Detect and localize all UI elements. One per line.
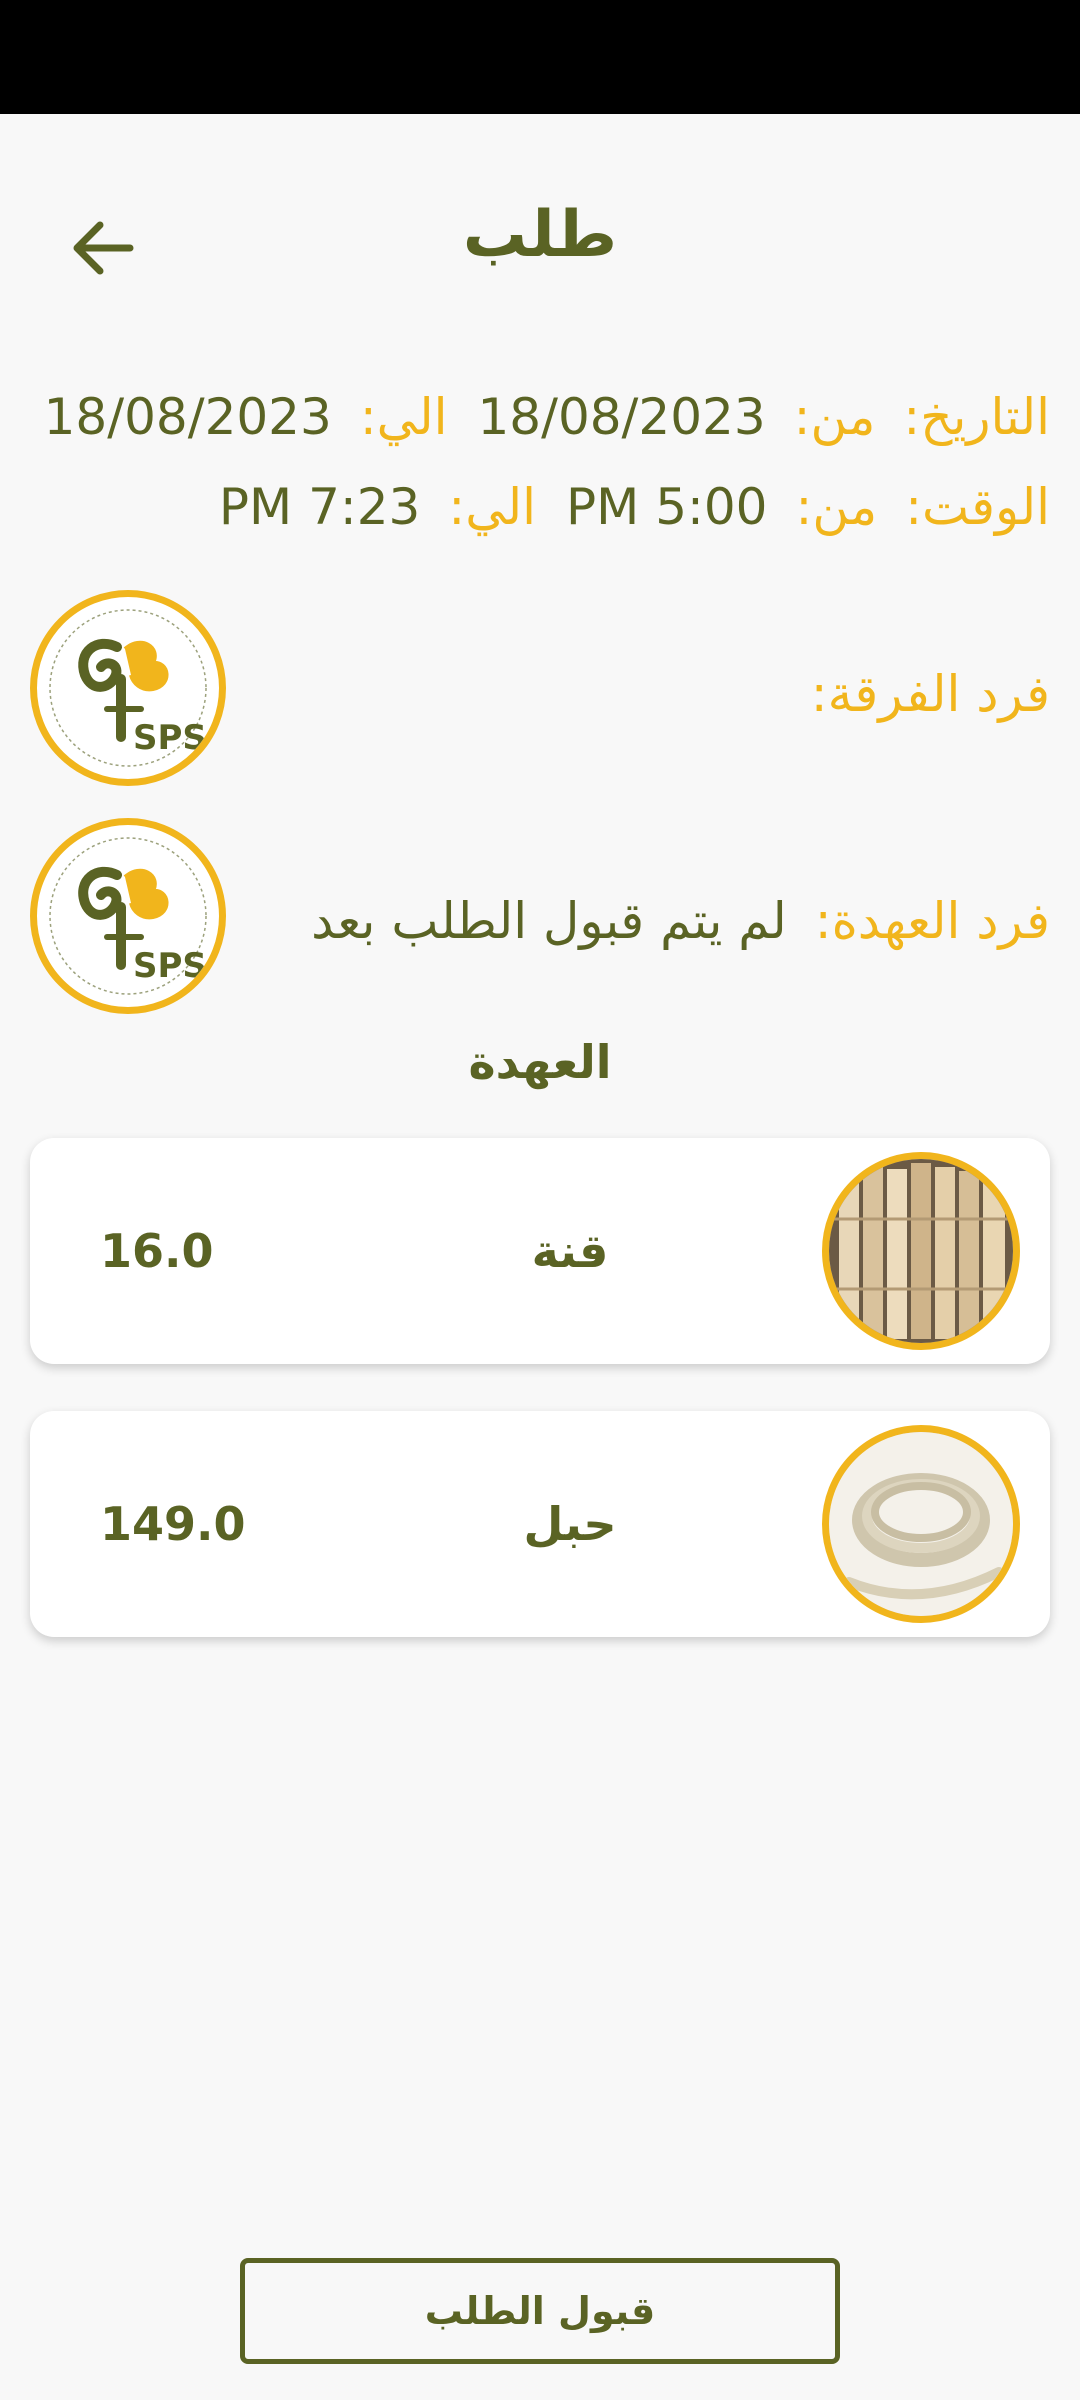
custody-member-status: لم يتم قبول الطلب بعد <box>311 892 787 950</box>
custody-item-card[interactable]: قنة 16.0 <box>30 1138 1050 1364</box>
date-label: التاريخ: <box>903 388 1050 446</box>
time-to-value: PM 7:23 <box>218 478 421 536</box>
rope-coil-image <box>822 1425 1020 1623</box>
time-label: الوقت: <box>905 478 1050 536</box>
time-row: الوقت: من: PM 5:00 الي: PM 7:23 <box>219 478 1050 536</box>
date-row: التاريخ: من: 18/08/2023 الي: 18/08/2023 <box>44 388 1050 446</box>
accept-request-button[interactable]: قبول الطلب <box>240 2258 840 2364</box>
time-to-label: الي: <box>448 478 537 536</box>
scout-logo-icon: SPS <box>49 837 207 995</box>
team-member-label: فرد الفرقة: <box>810 665 1050 723</box>
item-quantity: 16.0 <box>100 1224 214 1278</box>
date-from-label: من: <box>793 388 876 446</box>
time-from-value: PM 5:00 <box>566 478 768 536</box>
custody-member-row: فرد العهدة: لم يتم قبول الطلب بعد <box>311 892 1050 950</box>
custody-item-card[interactable]: حبل 149.0 <box>30 1411 1050 1637</box>
item-name: حبل <box>523 1497 617 1551</box>
custody-section-title: العهدة <box>468 1035 612 1089</box>
custody-member-avatar[interactable]: SPS <box>30 818 226 1014</box>
team-member-avatar[interactable]: SPS <box>30 590 226 786</box>
date-to-value: 18/08/2023 <box>43 388 332 446</box>
custody-member-label: فرد العهدة: <box>814 892 1050 950</box>
item-name: قنة <box>531 1224 609 1278</box>
scout-logo-icon: SPS <box>49 609 207 767</box>
svg-text:SPS: SPS <box>133 946 207 986</box>
date-to-label: الي: <box>359 388 448 446</box>
date-from-value: 18/08/2023 <box>477 388 766 446</box>
svg-text:SPS: SPS <box>133 718 207 758</box>
item-quantity: 149.0 <box>100 1497 246 1551</box>
time-from-label: من: <box>795 478 878 536</box>
status-bar <box>0 0 1080 114</box>
page-title: طلب <box>462 198 618 272</box>
bamboo-poles-image <box>822 1152 1020 1350</box>
